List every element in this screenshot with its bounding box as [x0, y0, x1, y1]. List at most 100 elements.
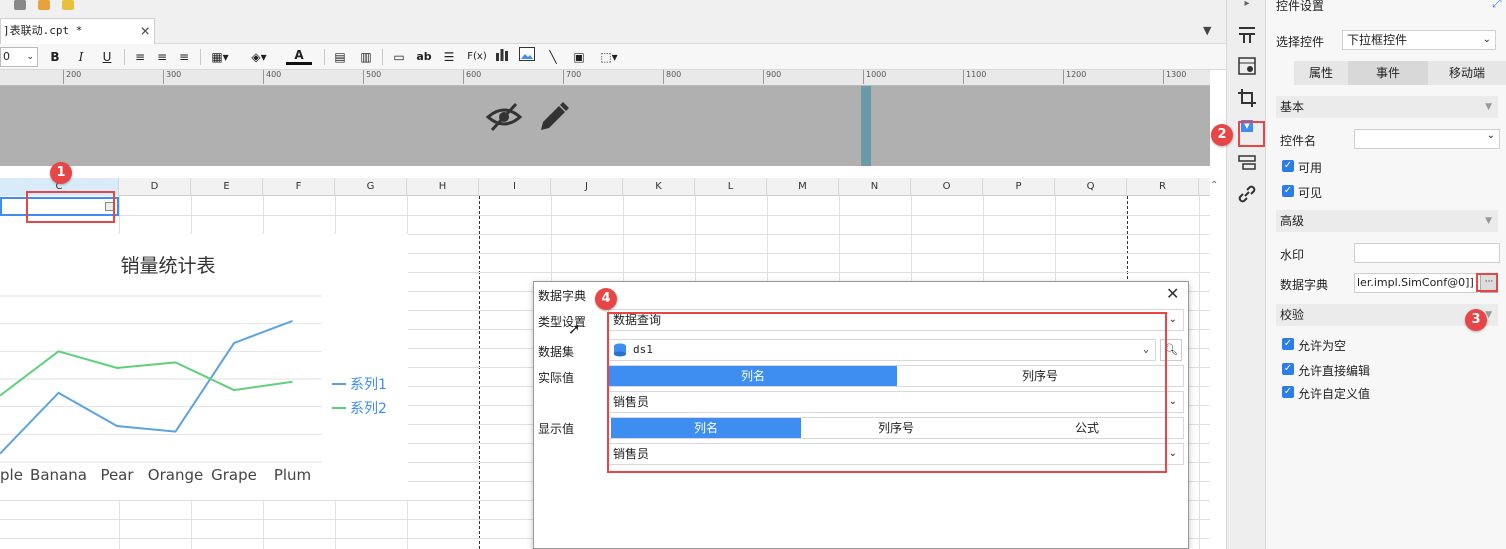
- chevron-down-icon: ⌄: [1486, 130, 1495, 141]
- merge-cells-icon[interactable]: ▤: [332, 47, 348, 67]
- tab-properties[interactable]: 属性: [1294, 61, 1348, 85]
- dropdown-corner-icon[interactable]: ▼: [1203, 24, 1211, 37]
- column-header-k[interactable]: K: [623, 178, 695, 196]
- chart-legend-label: 系列1: [350, 377, 387, 393]
- formula-button[interactable]: F(x): [466, 47, 488, 67]
- cell-info-icon[interactable]: [1237, 56, 1257, 76]
- font-size-select[interactable]: 0 ⌄: [0, 47, 38, 67]
- column-header-h[interactable]: H: [407, 178, 479, 196]
- format-toolbar: 0 ⌄ B I U ≡ ≡ ≡ ▦▾ ◈▾ A ▤ ▥ ▭ ab ☰ F(x) …: [0, 44, 1226, 70]
- line-chart[interactable]: 销量统计表 ple Banana Pear Orange Grape Plum 系列1 系列…: [0, 234, 408, 500]
- bold-button[interactable]: B: [48, 47, 62, 67]
- ruler-tick: 400: [263, 70, 281, 84]
- font-color-button[interactable]: A: [286, 47, 312, 65]
- dataset-label: 数据集: [538, 345, 575, 359]
- dialog-close-button[interactable]: ✕: [1166, 284, 1179, 303]
- chevron-down-icon: ⌄: [1168, 448, 1177, 459]
- column-header-l[interactable]: L: [695, 178, 767, 196]
- toolbar-divider: [324, 49, 325, 65]
- ruler-tick: 1300: [1163, 70, 1186, 84]
- step-badge-2: 2: [1211, 124, 1233, 146]
- column-header-m[interactable]: M: [767, 178, 839, 196]
- column-header-f[interactable]: F: [263, 178, 335, 196]
- file-tab-title: ]表联动.cpt *: [3, 24, 83, 37]
- widget-icon[interactable]: ▣: [570, 47, 588, 67]
- page-boundary-marker: [861, 86, 871, 166]
- edit-pencil-icon[interactable]: [537, 100, 569, 134]
- chart-icon[interactable]: [494, 47, 510, 67]
- section-basic[interactable]: 基本 ▼: [1276, 96, 1498, 118]
- highlight-selected-cell: [26, 191, 115, 223]
- insert-text-icon[interactable]: ▭: [390, 47, 408, 67]
- tab-events[interactable]: 事件: [1348, 61, 1428, 85]
- column-header-o[interactable]: O: [911, 178, 983, 196]
- widget-type-value: 下拉框控件: [1347, 33, 1408, 47]
- scroll-up-icon[interactable]: ⌃: [1210, 180, 1218, 191]
- fill-color-icon[interactable]: ◈▾: [246, 47, 272, 67]
- widget-name-input[interactable]: ⌄: [1354, 129, 1500, 149]
- column-header-i[interactable]: I: [479, 178, 551, 196]
- enabled-label: 可用: [1298, 161, 1323, 175]
- widget-type-select[interactable]: 下拉框控件 ⌄: [1342, 30, 1496, 50]
- split-cells-icon[interactable]: ▥: [358, 47, 374, 67]
- dialog-title: 数据字典: [538, 289, 587, 303]
- ruler-tick: 300: [163, 70, 181, 84]
- visible-checkbox[interactable]: ✓: [1282, 185, 1294, 197]
- tab-close-icon[interactable]: ×: [140, 19, 150, 43]
- allow-custom-checkbox[interactable]: ✓: [1282, 386, 1294, 398]
- column-header-q[interactable]: Q: [1055, 178, 1127, 196]
- watermark-input[interactable]: [1354, 243, 1500, 263]
- file-tab[interactable]: ]表联动.cpt * ×: [0, 18, 155, 44]
- column-header-g[interactable]: G: [335, 178, 407, 196]
- allow-edit-checkbox[interactable]: ✓: [1282, 363, 1294, 375]
- collapse-icon: ▼: [1485, 216, 1492, 226]
- hyperlink-form-icon[interactable]: [1237, 152, 1257, 172]
- paste-icon[interactable]: [38, 0, 50, 10]
- copy-icon[interactable]: [14, 0, 26, 10]
- ruler-tick: 1100: [963, 70, 986, 84]
- ruler-tick: 700: [563, 70, 581, 84]
- allow-empty-label: 允许为空: [1298, 339, 1347, 353]
- font-size-value: 0: [3, 50, 10, 63]
- text-ab-button[interactable]: ab: [414, 47, 434, 67]
- slash-icon[interactable]: ╲: [544, 47, 562, 67]
- column-header-d[interactable]: D: [119, 178, 191, 196]
- ruler-tick: 1000: [863, 70, 886, 84]
- allow-custom-label: 允许自定义值: [1298, 387, 1371, 401]
- ruler-tick: 600: [463, 70, 481, 84]
- column-header-r[interactable]: R: [1127, 178, 1199, 196]
- tab-bar: ]表联动.cpt * × ▼: [0, 0, 1226, 44]
- underline-button[interactable]: U: [100, 47, 114, 67]
- image-icon[interactable]: [518, 47, 536, 67]
- highlight-widget-settings-icon: [1238, 121, 1265, 147]
- format-painter-icon[interactable]: [62, 0, 74, 10]
- column-header-n[interactable]: N: [839, 178, 911, 196]
- align-right-icon[interactable]: ≡: [176, 47, 192, 67]
- expand-icon[interactable]: ⤢: [1492, 0, 1502, 11]
- column-header-p[interactable]: P: [983, 178, 1055, 196]
- tab-mobile[interactable]: 移动端: [1428, 61, 1506, 85]
- side-icon-column: ▸ ▼: [1226, 0, 1266, 549]
- hidden-eye-icon[interactable]: [486, 101, 522, 133]
- toolbar-divider: [124, 49, 125, 65]
- chart-x-tick-label: ple: [0, 466, 23, 484]
- crop-icon[interactable]: [1237, 88, 1257, 108]
- actual-value-label: 实际值: [538, 371, 575, 385]
- frame-icon[interactable]: ⬚▾: [596, 47, 622, 67]
- column-header-e[interactable]: E: [191, 178, 263, 196]
- allow-empty-checkbox[interactable]: ✓: [1282, 338, 1294, 350]
- link-icon[interactable]: [1237, 184, 1257, 204]
- align-left-icon[interactable]: ≡: [132, 47, 148, 67]
- column-header-j[interactable]: J: [551, 178, 623, 196]
- align-center-icon[interactable]: ≡: [154, 47, 170, 67]
- section-advanced[interactable]: 高级 ▼: [1276, 210, 1498, 232]
- parameter-pane[interactable]: [0, 86, 1210, 166]
- rich-text-icon[interactable]: ☰: [440, 47, 458, 67]
- toolbar-divider: [200, 49, 201, 65]
- border-icon[interactable]: ▦▾: [207, 47, 233, 67]
- italic-button[interactable]: I: [74, 47, 88, 67]
- collapse-arrow-icon[interactable]: ▸: [1237, 0, 1257, 18]
- mouse-cursor-icon: ➚: [568, 320, 581, 338]
- enabled-checkbox[interactable]: ✓: [1282, 160, 1294, 172]
- layout-icon[interactable]: [1237, 25, 1257, 45]
